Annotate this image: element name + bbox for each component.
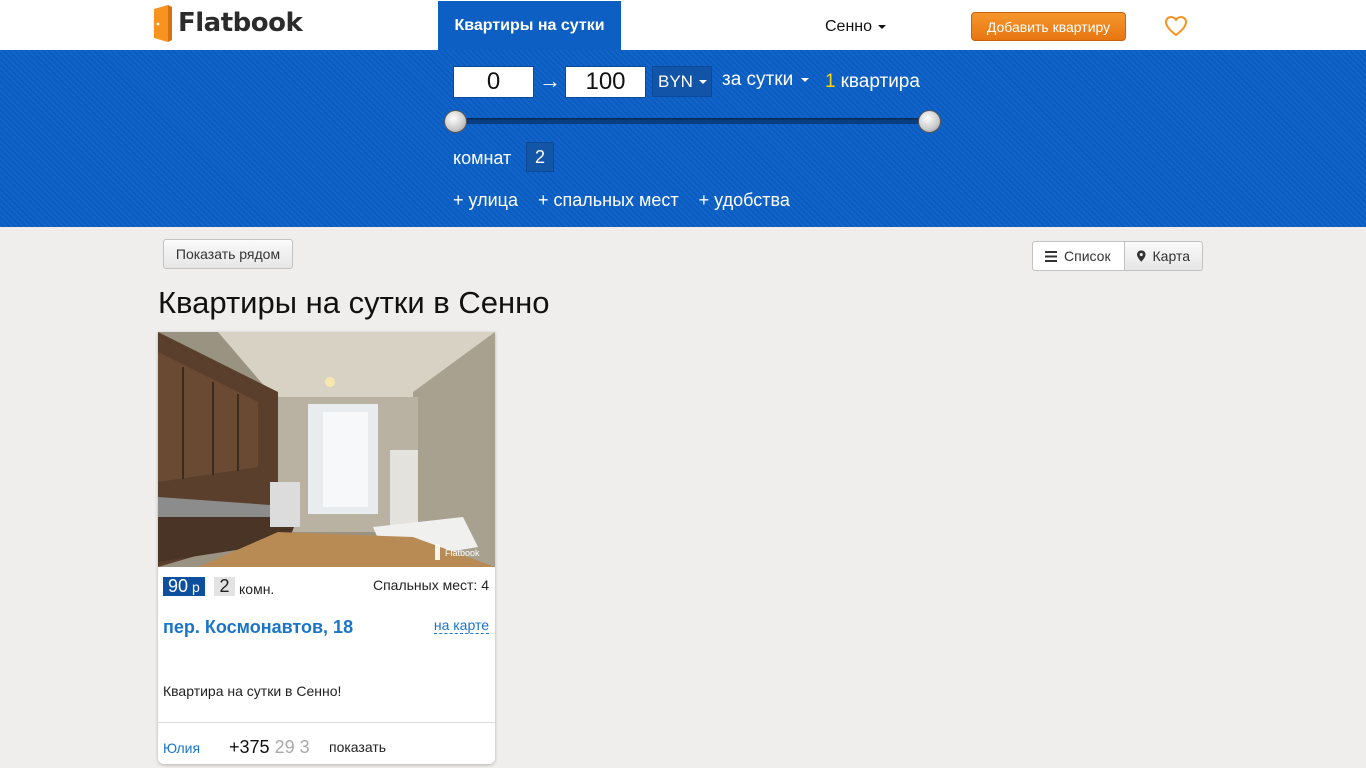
logo-text: Flatbook [178, 8, 303, 38]
price-value: 90 [168, 576, 189, 596]
map-marker-icon [1137, 250, 1146, 262]
result-count-label: квартира [840, 71, 920, 92]
listing-address[interactable]: пер. Космонавтов, 18 [163, 617, 353, 638]
price-slider-min-handle[interactable] [444, 110, 467, 133]
nav-tab-daily-flats[interactable]: Квартиры на сутки [438, 1, 621, 50]
currency-select[interactable]: BYN [652, 66, 712, 97]
extra-filters: + улица + спальных мест + удобства [453, 190, 790, 211]
owner-name[interactable]: Юлия [163, 740, 200, 756]
add-flat-button[interactable]: Добавить квартиру [971, 12, 1126, 41]
phone-prefix: +375 [229, 737, 270, 757]
rooms-unit: комн. [239, 581, 275, 597]
phone-number: +375 29 3 [229, 737, 310, 758]
map-view-button[interactable]: Карта [1125, 241, 1203, 271]
filter-panel: 0 → 100 BYN за сутки 1 квартира комнат 2 … [0, 50, 1366, 227]
listing-card[interactable]: Flatbook 90 р 2 комн. Спальных мест: 4 п… [158, 332, 495, 764]
map-view-label: Карта [1152, 248, 1190, 264]
price-badge: 90 р [163, 577, 205, 596]
page-title: Квартиры на сутки в Сенно [158, 285, 550, 320]
door-logo-icon [154, 4, 172, 42]
beds-count: Спальных мест: 4 [372, 577, 489, 593]
photo-watermark: Flatbook [445, 548, 480, 558]
currency-label: BYN [658, 71, 693, 91]
show-on-map-link[interactable]: на карте [433, 617, 489, 634]
rooms-label: комнат [453, 148, 512, 168]
price-slider-track[interactable] [456, 118, 930, 124]
rooms-badge: 2 [214, 577, 235, 596]
show-nearby-button[interactable]: Показать рядом [163, 239, 293, 269]
list-view-button[interactable]: Список [1032, 241, 1125, 271]
city-dropdown[interactable]: Сенно [825, 18, 887, 36]
add-beds-filter[interactable]: + спальных мест [538, 190, 679, 211]
phone-hidden-part: 29 3 [274, 737, 310, 757]
view-toggle: Список Карта [1032, 241, 1203, 271]
caret-down-icon [801, 78, 810, 82]
listing-description: Квартира на сутки в Сенно! [163, 683, 342, 699]
price-slider-max-handle[interactable] [918, 110, 941, 133]
top-header: Flatbook Квартиры на сутки Сенно Добавит… [0, 0, 1366, 50]
logo[interactable]: Flatbook [154, 4, 303, 42]
period-label: за сутки [722, 69, 794, 90]
range-arrow: → [539, 68, 561, 93]
listing-photo[interactable]: Flatbook [158, 332, 495, 567]
result-count: 1 квартира [825, 71, 920, 93]
card-divider [158, 722, 495, 723]
result-count-number: 1 [825, 71, 836, 92]
city-label: Сенно [825, 18, 873, 35]
list-view-label: Список [1064, 248, 1111, 264]
list-icon [1045, 250, 1057, 262]
period-dropdown[interactable]: за сутки [722, 69, 810, 91]
show-phone-button[interactable]: показать [329, 739, 386, 755]
price-max-input[interactable]: 100 [565, 66, 646, 98]
add-amenities-filter[interactable]: + удобства [699, 190, 790, 211]
price-currency: р [192, 579, 200, 595]
rooms-chip-2[interactable]: 2 [526, 142, 554, 172]
caret-down-icon [698, 79, 707, 84]
price-min-input[interactable]: 0 [453, 66, 534, 98]
heart-icon[interactable] [1164, 15, 1188, 37]
caret-down-icon [878, 25, 887, 29]
add-street-filter[interactable]: + улица [453, 190, 518, 211]
